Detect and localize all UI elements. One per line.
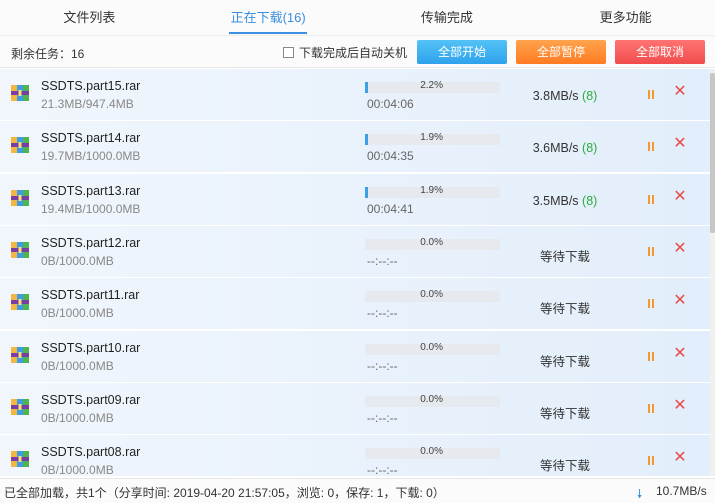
progress-percent: 0.0% <box>420 393 443 405</box>
time-remaining: --:--:-- <box>367 410 398 425</box>
file-size: 21.3MB/947.4MB <box>41 97 134 111</box>
download-status: 等待下载 <box>539 459 590 474</box>
download-status: 等待下载 <box>539 249 590 264</box>
archive-icon <box>11 398 29 416</box>
progress-percent: 0.0% <box>420 236 443 248</box>
tab-downloading[interactable]: 正在下载(16) <box>179 0 358 35</box>
progress-percent: 0.0% <box>420 446 443 458</box>
auto-shutdown-option[interactable]: 下载完成后自动关机 <box>283 44 407 61</box>
download-row[interactable]: SSDTS.part12.rar 0B/1000.0MB 0.0% --:--:-- 等… <box>0 225 710 278</box>
status-text: 已全部加载，共1个（分享时间: 2019-04-20 21:57:05，浏览: … <box>4 486 445 500</box>
download-row[interactable]: SSDTS.part15.rar 21.3MB/947.4MB 2.2% 00:04:… <box>0 69 710 121</box>
connection-count: (8) <box>582 141 598 156</box>
download-status: 等待下载 <box>539 406 590 421</box>
pause-icon[interactable] <box>646 246 656 257</box>
progress-percent: 0.0% <box>420 341 443 353</box>
archive-icon <box>11 84 29 102</box>
pause-icon[interactable] <box>646 403 656 414</box>
file-size: 0B/1000.0MB <box>41 306 114 321</box>
time-remaining: --:--:-- <box>367 463 398 476</box>
file-size: 0B/1000.0MB <box>41 410 114 425</box>
download-arrow-icon: 🠗 <box>637 487 643 501</box>
time-remaining: 00:04:06 <box>367 97 414 111</box>
pause-icon[interactable] <box>646 194 656 205</box>
scrollbar-thumb[interactable] <box>710 73 715 233</box>
close-icon[interactable]: ✕ <box>673 450 687 466</box>
file-size: 0B/1000.0MB <box>41 463 114 476</box>
progress-percent: 1.9% <box>420 184 443 196</box>
file-name: SSDTS.part14.rar <box>41 131 141 146</box>
time-remaining: --:--:-- <box>367 306 398 321</box>
pause-icon[interactable] <box>646 351 656 362</box>
connection-count: (8) <box>582 193 598 208</box>
time-remaining: 00:04:41 <box>367 201 414 216</box>
time-remaining: --:--:-- <box>367 253 398 268</box>
time-remaining: --:--:-- <box>367 358 398 373</box>
tab-file-list[interactable]: 文件列表 <box>0 0 179 35</box>
file-name: SSDTS.part09.rar <box>41 392 141 407</box>
pause-icon[interactable] <box>646 89 656 100</box>
auto-shutdown-label: 下载完成后自动关机 <box>299 46 408 60</box>
toolbar: 剩余任务：16 下载完成后自动关机 全部开始 全部暂停 全部取消 <box>0 36 715 68</box>
download-row[interactable]: SSDTS.part08.rar 0B/1000.0MB 0.0% --:--:-- 等… <box>0 435 710 476</box>
progress-percent: 1.9% <box>420 132 443 144</box>
tab-bar: 文件列表 正在下载(16) 传输完成 更多功能 <box>0 0 715 36</box>
download-row[interactable]: SSDTS.part14.rar 19.7MB/1000.0MB 1.9% 00:04… <box>0 121 710 174</box>
download-status: 等待下载 <box>539 302 590 317</box>
pause-icon[interactable] <box>646 298 656 309</box>
total-speed: 10.7MB/s <box>656 484 707 498</box>
speed-value: 3.6MB/s <box>532 141 579 156</box>
close-icon[interactable]: ✕ <box>673 136 687 152</box>
file-name: SSDTS.part13.rar <box>41 183 141 198</box>
scrollbar[interactable] <box>710 69 715 476</box>
download-row[interactable]: SSDTS.part11.rar 0B/1000.0MB 0.0% --:--:-- 等… <box>0 278 710 331</box>
connection-count: (8) <box>582 89 598 103</box>
file-size: 19.4MB/1000.0MB <box>41 201 141 216</box>
auto-shutdown-checkbox[interactable] <box>283 47 294 58</box>
download-list: SSDTS.part15.rar 21.3MB/947.4MB 2.2% 00:04:… <box>0 69 710 476</box>
progress-percent: 0.0% <box>420 289 443 301</box>
file-size: 19.7MB/1000.0MB <box>41 149 141 164</box>
tab-completed[interactable]: 传输完成 <box>358 0 537 35</box>
tab-more-features[interactable]: 更多功能 <box>536 0 715 35</box>
remaining-tasks: 剩余任务：16 <box>11 47 85 61</box>
archive-icon <box>11 241 29 259</box>
time-remaining: 00:04:35 <box>367 149 414 164</box>
close-icon[interactable]: ✕ <box>673 240 687 256</box>
archive-icon <box>11 189 29 207</box>
file-size: 0B/1000.0MB <box>41 358 114 373</box>
download-status: 等待下载 <box>539 354 590 369</box>
start-all-button[interactable]: 全部开始 <box>417 40 507 64</box>
close-icon[interactable]: ✕ <box>673 84 687 100</box>
file-name: SSDTS.part12.rar <box>41 235 141 250</box>
close-icon[interactable]: ✕ <box>673 397 687 413</box>
file-name: SSDTS.part10.rar <box>41 340 141 355</box>
speed-value: 3.8MB/s <box>532 89 579 103</box>
download-row[interactable]: SSDTS.part09.rar 0B/1000.0MB 0.0% --:--:-- 等… <box>0 382 710 435</box>
file-name: SSDTS.part15.rar <box>41 79 141 93</box>
file-size: 0B/1000.0MB <box>41 253 114 268</box>
pause-icon[interactable] <box>646 141 656 152</box>
close-icon[interactable]: ✕ <box>673 188 687 204</box>
status-bar: 已全部加载，共1个（分享时间: 2019-04-20 21:57:05，浏览: … <box>0 478 715 503</box>
speed-value: 3.5MB/s <box>532 193 579 208</box>
download-row[interactable]: SSDTS.part10.rar 0B/1000.0MB 0.0% --:--:-- 等… <box>0 330 710 383</box>
file-name: SSDTS.part11.rar <box>41 288 140 303</box>
file-name: SSDTS.part08.rar <box>41 445 141 460</box>
archive-icon <box>11 293 29 311</box>
close-icon[interactable]: ✕ <box>673 293 687 309</box>
pause-all-button[interactable]: 全部暂停 <box>516 40 606 64</box>
pause-icon[interactable] <box>646 455 656 466</box>
progress-percent: 2.2% <box>420 80 443 91</box>
cancel-all-button[interactable]: 全部取消 <box>615 40 705 64</box>
close-icon[interactable]: ✕ <box>673 345 687 361</box>
archive-icon <box>11 346 29 364</box>
download-row[interactable]: SSDTS.part13.rar 19.4MB/1000.0MB 1.9% 00:04… <box>0 173 710 226</box>
archive-icon <box>11 136 29 154</box>
download-speed: 3.5MB/s (8) <box>510 194 620 208</box>
archive-icon <box>11 450 29 468</box>
download-speed: 3.6MB/s (8) <box>510 141 620 155</box>
download-speed: 3.8MB/s (8) <box>510 89 620 103</box>
